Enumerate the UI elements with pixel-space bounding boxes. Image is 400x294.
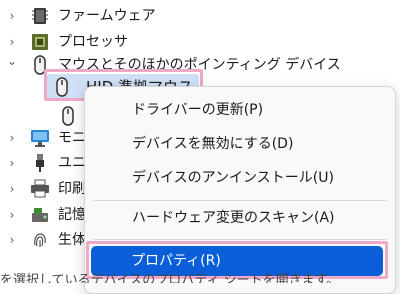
tree-item-usb[interactable]: › ユニ — [0, 149, 86, 177]
status-bar: を選択しているデバイスのプロパティ シートを開きます。 — [0, 272, 400, 284]
menu-separator — [93, 239, 387, 240]
chevron-right-icon[interactable]: › — [6, 132, 18, 144]
menu-item-label: ドライバーの更新(P) — [132, 102, 264, 118]
tree-item-label: 生体 — [58, 232, 86, 248]
tree-item-monitor[interactable]: › モニ — [0, 124, 86, 152]
menu-item-scan-hardware[interactable]: ハードウェア変更のスキャン(A) — [85, 201, 395, 235]
menu-item-uninstall-device[interactable]: デバイスのアンインストール(U) — [85, 161, 395, 195]
tree-item-label: 記憶 — [58, 207, 86, 223]
tree-item-storage[interactable]: › 記憶 — [0, 201, 86, 229]
chevron-right-icon[interactable]: › — [6, 10, 18, 22]
processor-icon — [30, 32, 50, 52]
usb-connector-icon — [30, 153, 50, 173]
printer-icon — [30, 179, 50, 199]
tree-item-print-queues[interactable]: › 印刷 — [0, 175, 86, 203]
monitor-icon — [30, 128, 50, 148]
chevron-right-icon[interactable]: › — [6, 183, 18, 195]
firmware-chip-icon — [30, 6, 50, 26]
tree-item-label: 印刷 — [58, 181, 86, 197]
menu-item-disable-device[interactable]: デバイスを無効にする(D) — [85, 127, 395, 161]
tree-item-label: ユニ — [58, 155, 86, 171]
tree-item-label: ファームウェア — [58, 8, 156, 24]
menu-item-update-driver[interactable]: ドライバーの更新(P) — [85, 93, 395, 127]
chevron-right-icon[interactable]: › — [6, 209, 18, 221]
chevron-down-icon[interactable]: ⌄ — [6, 55, 18, 67]
tree-item-firmware[interactable]: › ファームウェア — [0, 2, 400, 30]
status-text: を選択しているデバイスのプロパティ シートを開きます。 — [0, 273, 340, 284]
chevron-right-icon[interactable]: › — [6, 157, 18, 169]
tree-item-label: モニ — [58, 130, 86, 146]
menu-item-label: ハードウェア変更のスキャン(A) — [132, 210, 335, 226]
menu-item-label: デバイスのアンインストール(U) — [132, 170, 334, 186]
tree-item-label: プロセッサ — [58, 34, 128, 50]
chevron-right-icon[interactable]: › — [6, 36, 18, 48]
storage-icon — [30, 205, 50, 225]
mouse-icon — [58, 106, 78, 126]
tree-item-biometric[interactable]: › 生体 — [0, 226, 86, 254]
menu-item-label: デバイスを無効にする(D) — [132, 136, 294, 152]
chevron-right-icon[interactable]: › — [6, 234, 18, 246]
fingerprint-icon — [30, 230, 50, 250]
